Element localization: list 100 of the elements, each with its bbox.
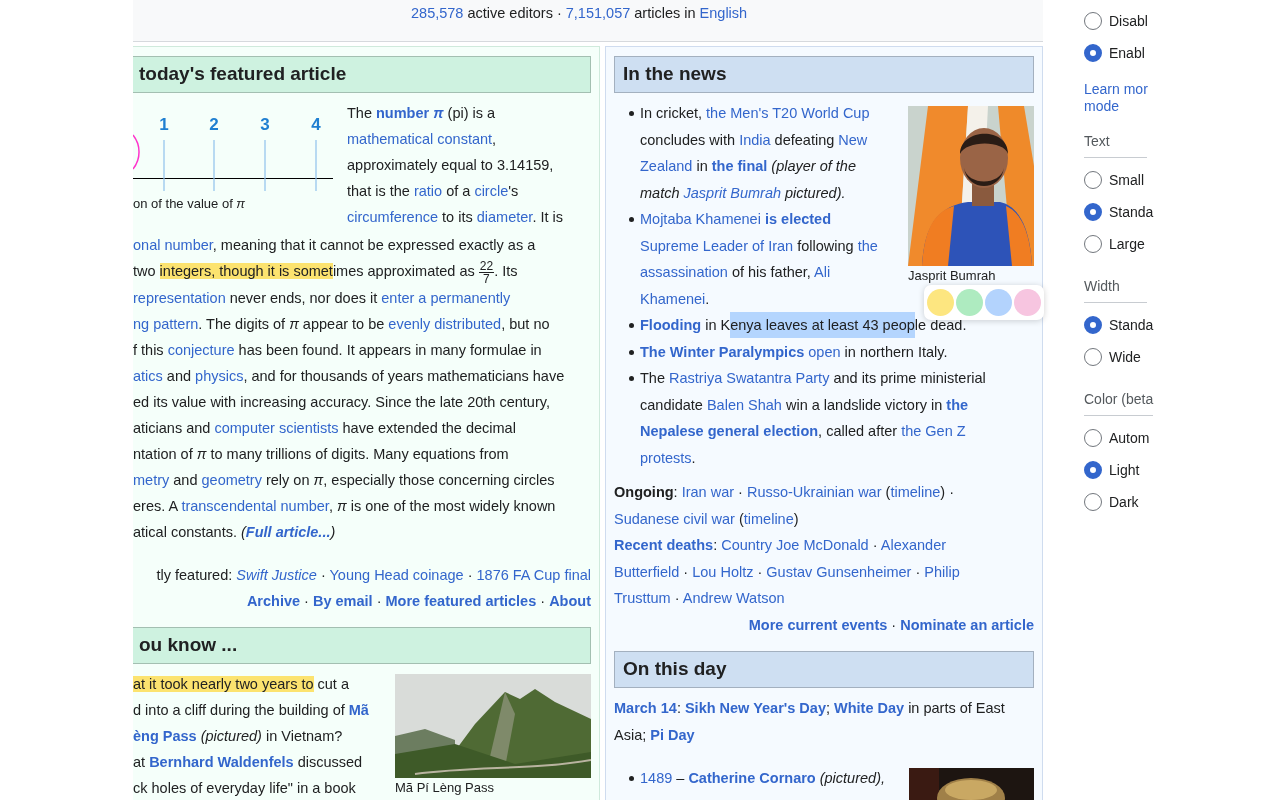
radio-button[interactable] <box>1084 235 1102 253</box>
link[interactable]: Flooding <box>640 317 702 333</box>
link[interactable]: timeline <box>743 510 794 527</box>
link[interactable]: Learn mor mode <box>1084 81 1154 115</box>
link[interactable]: ratio <box>413 183 443 199</box>
link[interactable]: 1876 FA Cup final <box>476 566 591 583</box>
link[interactable]: Mã <box>348 701 369 718</box>
picture-caption: Mã Pí Lèng Pass <box>395 779 495 795</box>
link[interactable]: White Day <box>834 700 905 716</box>
link[interactable]: India <box>739 131 771 148</box>
link[interactable]: 285,578 <box>411 5 464 21</box>
link[interactable]: Nominate an article <box>900 616 1034 633</box>
link[interactable]: About <box>549 592 591 609</box>
bullet-icon <box>628 376 634 381</box>
text-line: Khamenei. <box>640 289 710 309</box>
link[interactable]: Mojtaba Khamenei <box>640 211 761 227</box>
link[interactable]: Country Joe McDonald <box>721 537 869 553</box>
link[interactable]: atics <box>133 367 163 384</box>
link[interactable]: the <box>857 237 878 254</box>
link[interactable]: èng Pass <box>133 727 197 744</box>
color-swatch[interactable] <box>985 289 1012 316</box>
radio-button[interactable] <box>1084 429 1102 447</box>
link[interactable]: Gustav Gunsenheimer <box>766 563 912 580</box>
link[interactable]: the Gen Z <box>901 423 966 439</box>
link[interactable]: the <box>946 396 969 413</box>
link[interactable]: Sudanese civil war <box>614 510 735 527</box>
link[interactable]: open <box>804 343 841 360</box>
tick-label: 4 <box>311 115 321 134</box>
link[interactable]: metry <box>133 471 170 488</box>
link[interactable]: Zealand <box>640 158 693 174</box>
link[interactable]: enter a permanently <box>381 289 511 306</box>
option-label: Standa <box>1109 317 1154 333</box>
link[interactable]: physics <box>195 367 244 384</box>
link[interactable]: representation <box>133 289 226 306</box>
link[interactable]: Iran war <box>681 484 735 500</box>
link[interactable]: More featured articles <box>385 592 537 609</box>
link[interactable]: The Winter Paralympics <box>640 343 805 360</box>
radio-button[interactable] <box>1084 348 1102 366</box>
link[interactable]: Philip <box>924 563 960 580</box>
radio-button[interactable] <box>1084 461 1102 479</box>
text-line: ck holes of everyday life" in a book <box>133 778 356 798</box>
link[interactable]: Balen Shah <box>706 396 782 413</box>
link[interactable]: Bernhard Waldenfels <box>149 753 294 770</box>
link[interactable]: Pi Day <box>650 726 695 743</box>
link[interactable]: Rastriya Swatantra Party <box>669 370 830 386</box>
link[interactable]: Andrew Watson <box>682 590 785 606</box>
figure-caption: on of the value of π <box>133 195 247 213</box>
link[interactable]: Ali <box>814 264 831 280</box>
link[interactable]: transcendental number <box>181 497 329 514</box>
text-line: protests. <box>640 448 696 468</box>
link[interactable]: 7,151,057 <box>565 5 631 21</box>
link[interactable]: March 14 <box>614 700 677 716</box>
link[interactable]: the Men's T20 World Cup <box>706 105 870 121</box>
radio-button[interactable] <box>1084 171 1102 189</box>
link[interactable]: Archive <box>246 592 301 609</box>
link[interactable]: Butterfield <box>614 563 680 580</box>
link[interactable]: 1489 <box>640 770 673 786</box>
link[interactable]: Alexander <box>880 537 947 553</box>
section-heading: ou know ... <box>133 626 591 664</box>
radio-button[interactable] <box>1084 493 1102 511</box>
radio-button[interactable] <box>1084 44 1102 62</box>
radio-button[interactable] <box>1084 203 1102 221</box>
option-label: Wide <box>1109 349 1141 365</box>
link[interactable]: English <box>699 5 748 21</box>
link[interactable]: is elected <box>760 211 832 227</box>
selected-text: enya leaves at least 43 peop <box>730 312 915 338</box>
link[interactable]: circle <box>474 183 509 199</box>
link[interactable]: circumference <box>347 209 439 225</box>
link[interactable]: timeline <box>890 484 941 500</box>
link[interactable]: Trusttum <box>614 590 671 606</box>
radio-button[interactable] <box>1084 316 1102 334</box>
link[interactable]: Sikh New Year's Day <box>684 700 826 716</box>
link[interactable]: By email <box>313 592 373 609</box>
link[interactable]: conjecture <box>167 341 235 358</box>
text-line: at Bernhard Waldenfels discussed <box>133 752 363 772</box>
link[interactable]: onal number <box>133 237 213 253</box>
link[interactable]: Young Head coinage <box>329 566 464 583</box>
color-swatch[interactable] <box>927 289 954 316</box>
color-swatch[interactable] <box>1014 289 1041 316</box>
option-label: Autom <box>1109 430 1150 446</box>
link[interactable]: protests <box>640 449 692 466</box>
link[interactable]: Supreme Leader of Iran <box>640 237 794 254</box>
link[interactable]: More current events <box>748 616 888 633</box>
link[interactable]: Russo-Ukrainian war <box>746 484 882 500</box>
link[interactable]: number π <box>376 105 444 121</box>
link[interactable]: diameter <box>476 209 533 225</box>
text-line: The number π (pi) is a <box>347 104 496 123</box>
link[interactable]: evenly distributed <box>388 315 502 332</box>
link[interactable]: Lou Holtz <box>692 563 754 580</box>
link[interactable]: New <box>838 131 868 148</box>
link[interactable]: computer scientists <box>214 419 339 436</box>
link[interactable]: Jasprit Bumrah <box>683 184 782 201</box>
text-line: èng Pass (pictured) in Vietnam? <box>133 726 343 746</box>
link[interactable]: geometry <box>201 471 262 488</box>
link[interactable]: Swift Justice <box>236 566 317 583</box>
radio-button[interactable] <box>1084 12 1102 30</box>
link[interactable]: Catherine Cornaro <box>688 770 816 786</box>
link[interactable]: assassination <box>640 264 728 280</box>
link[interactable]: the final <box>711 158 768 174</box>
color-swatch[interactable] <box>956 289 983 316</box>
